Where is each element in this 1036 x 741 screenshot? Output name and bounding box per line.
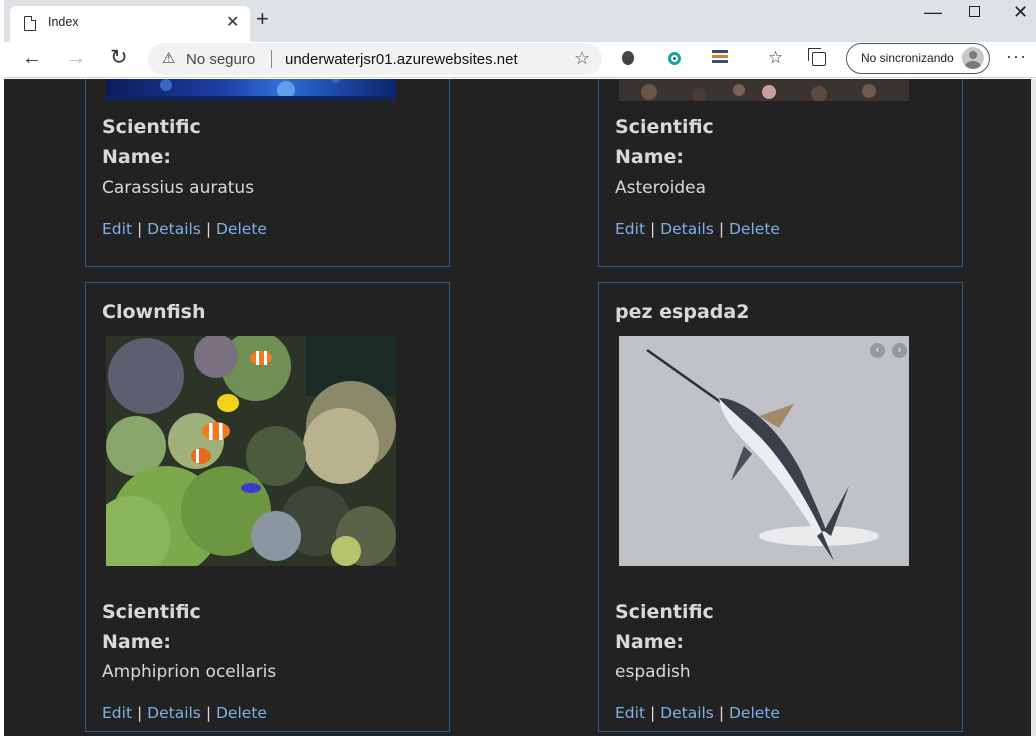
link-separator: |	[649, 704, 656, 722]
address-divider	[271, 50, 272, 68]
browser-titlebar: Index ✕ + — ✕	[0, 0, 1036, 42]
card-actions: Edit | Details | Delete	[615, 704, 780, 722]
edit-link[interactable]: Edit	[102, 704, 132, 722]
window-close-icon[interactable]: ✕	[1013, 2, 1028, 23]
collections-icon[interactable]	[808, 48, 826, 66]
page-viewport: Scientific Name: Carassius auratus Edit …	[4, 79, 1031, 736]
favorite-star-icon[interactable]: ☆	[574, 48, 590, 69]
extension-list-icon[interactable]	[712, 50, 728, 66]
scientific-name-value: espadish	[615, 662, 691, 682]
scientific-name-value: Amphiprion ocellaris	[102, 662, 277, 682]
details-link[interactable]: Details	[147, 704, 201, 722]
browser-tab[interactable]: Index ✕	[10, 6, 250, 42]
close-icon[interactable]: ✕	[226, 12, 239, 32]
page-scrollbar[interactable]	[1031, 79, 1036, 736]
details-link[interactable]: Details	[660, 704, 714, 722]
avatar	[962, 47, 984, 69]
new-tab-icon[interactable]: +	[256, 8, 269, 30]
more-menu-icon[interactable]: ···	[1006, 46, 1027, 67]
fish-image	[619, 79, 909, 101]
fish-image: ‹ ›	[619, 336, 909, 566]
fish-image	[106, 336, 396, 566]
link-separator: |	[136, 704, 143, 722]
card-actions: Edit | Details | Delete	[102, 220, 267, 238]
details-link[interactable]: Details	[660, 220, 714, 238]
scientific-name-label: Scientific Name:	[102, 116, 201, 168]
delete-link[interactable]: Delete	[216, 704, 267, 722]
edit-link[interactable]: Edit	[615, 704, 645, 722]
address-bar[interactable]: ⚠ No seguro underwaterjsr01.azurewebsite…	[148, 43, 602, 75]
details-link[interactable]: Details	[147, 220, 201, 238]
extension-bulb-icon[interactable]	[622, 51, 634, 65]
card-actions: Edit | Details | Delete	[102, 704, 267, 722]
link-separator: |	[649, 220, 656, 238]
extension-circle-icon[interactable]	[668, 52, 681, 65]
delete-link[interactable]: Delete	[729, 704, 780, 722]
edit-link[interactable]: Edit	[102, 220, 132, 238]
fish-card: Clownfish Scientific Name: Amphiprion oc…	[85, 282, 450, 732]
back-arrow-icon[interactable]: ←	[22, 47, 42, 69]
page-icon	[24, 16, 36, 31]
link-separator: |	[205, 220, 212, 238]
link-separator: |	[136, 220, 143, 238]
scientific-name-label: Scientific Name:	[615, 116, 714, 168]
link-separator: |	[718, 704, 725, 722]
fish-card: Scientific Name: Carassius auratus Edit …	[85, 79, 450, 267]
card-title: Clownfish	[102, 301, 206, 323]
scientific-name-value: Carassius auratus	[102, 178, 255, 198]
carousel-next-icon[interactable]: ›	[892, 343, 907, 358]
fish-card: Scientific Name: Asteroidea Edit | Detai…	[598, 79, 963, 267]
forward-arrow-icon[interactable]: →	[66, 47, 86, 69]
tab-title: Index	[48, 15, 79, 29]
scientific-name-value: Asteroidea	[615, 178, 707, 198]
card-title: pez espada2	[615, 301, 750, 323]
link-separator: |	[205, 704, 212, 722]
delete-link[interactable]: Delete	[216, 220, 267, 238]
scientific-name-label: Scientific Name:	[102, 601, 201, 653]
warning-icon[interactable]: ⚠	[162, 49, 175, 67]
card-actions: Edit | Details | Delete	[615, 220, 780, 238]
link-separator: |	[718, 220, 725, 238]
edit-link[interactable]: Edit	[615, 220, 645, 238]
profile-button[interactable]: No sincronizando	[846, 43, 990, 74]
scientific-name-label: Scientific Name:	[615, 601, 714, 653]
maximize-icon[interactable]	[969, 6, 980, 17]
profile-label: No sincronizando	[861, 51, 954, 65]
background-page-edge	[0, 736, 1036, 741]
url-text[interactable]: underwaterjsr01.azurewebsites.net	[285, 51, 518, 68]
fish-image	[106, 79, 396, 101]
carousel-prev-icon[interactable]: ‹	[870, 343, 885, 358]
favorites-list-icon[interactable]: ☆	[768, 48, 783, 68]
reload-icon[interactable]: ↻	[110, 47, 128, 69]
delete-link[interactable]: Delete	[729, 220, 780, 238]
fish-card: pez espada2 ‹ › Scientific Name: espadis…	[598, 282, 963, 732]
minimize-icon[interactable]: —	[924, 2, 942, 23]
browser-toolbar: ← → ↻ ⚠ No seguro underwaterjsr01.azurew…	[0, 42, 1036, 78]
security-label[interactable]: No seguro	[186, 51, 255, 68]
